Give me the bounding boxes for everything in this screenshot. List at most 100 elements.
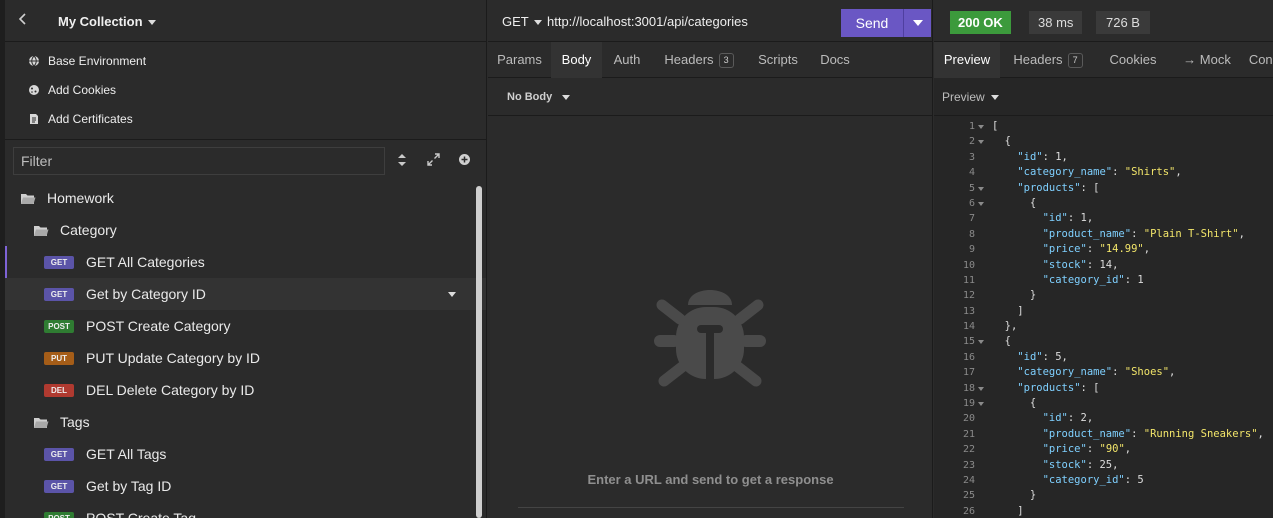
tab-body[interactable]: Body <box>551 42 602 78</box>
method-badge: DEL <box>44 384 74 397</box>
tab-preview[interactable]: Preview <box>934 42 1000 78</box>
filter-row <box>0 140 486 182</box>
code-line: 25 } <box>934 488 1273 503</box>
fold-arrow-icon[interactable] <box>978 125 984 129</box>
folder-tags[interactable]: Tags <box>5 406 486 438</box>
request-item-get-all-categories[interactable]: GET GET All Categories <box>5 246 486 278</box>
line-number: 11 <box>962 274 975 286</box>
folder-label: Tags <box>60 414 90 430</box>
tab-label: Preview <box>943 52 991 67</box>
line-number: 18 <box>962 382 975 394</box>
line-number: 15 <box>962 336 975 348</box>
chevron-down-icon <box>562 94 571 100</box>
folder-icon <box>20 192 36 208</box>
collection-header: My Collection <box>0 0 486 42</box>
tab-scripts[interactable]: Scripts <box>746 42 810 78</box>
tab-auth[interactable]: Auth <box>602 42 652 78</box>
line-number: 19 <box>962 398 975 410</box>
request-item-put-update-category-by-id[interactable]: PUT PUT Update Category by ID <box>5 342 486 374</box>
tab-headers[interactable]: Headers 7 <box>1000 42 1096 78</box>
folder-category[interactable]: Category <box>5 214 486 246</box>
fold-arrow-icon[interactable] <box>978 201 984 206</box>
base-environment-button[interactable]: Base Environment <box>0 50 486 79</box>
method-badge: POST <box>44 512 74 518</box>
add-icon[interactable] <box>458 153 471 169</box>
cookie-icon <box>29 85 39 95</box>
code-line: 9 "price": "14.99", <box>934 242 1273 257</box>
tab-mock[interactable]: → Mock <box>1170 42 1244 78</box>
fold-arrow-icon[interactable] <box>978 340 984 345</box>
chevron-down-icon <box>147 20 156 26</box>
line-number: 1 <box>968 121 975 132</box>
code-line: 4 "category_name": "Shirts", <box>934 165 1273 180</box>
line-number: 3 <box>968 151 975 163</box>
request-item-del-delete-category-by-id[interactable]: DEL DEL Delete Category by ID <box>5 374 486 406</box>
request-tabs: Params Body Auth Headers 3 Scripts Docs <box>488 42 932 78</box>
send-button[interactable]: Send <box>841 9 903 37</box>
line-number: 12 <box>962 290 975 302</box>
sort-icon[interactable] <box>397 153 407 170</box>
back-icon[interactable] <box>18 12 32 30</box>
body-type-label: No Body <box>507 91 553 103</box>
code-text: } <box>992 489 1037 502</box>
request-item-get-by-tag-id[interactable]: GET Get by Tag ID <box>5 470 486 502</box>
code-line: 2 { <box>934 134 1273 149</box>
folder-label: Category <box>60 222 117 238</box>
line-number: 14 <box>962 321 975 333</box>
line-number: 24 <box>962 474 975 486</box>
window-edge <box>0 0 5 518</box>
preview-mode-dropdown[interactable]: Preview <box>942 90 999 104</box>
tab-params[interactable]: Params <box>488 42 551 78</box>
tab-docs[interactable]: Docs <box>810 42 860 78</box>
folder-homework[interactable]: Homework <box>5 182 486 214</box>
filter-input[interactable] <box>13 147 385 175</box>
request-label: GET All Tags <box>86 446 167 462</box>
code-text: "price": "14.99", <box>1042 243 1151 256</box>
code-line: 23 "stock": 25, <box>934 458 1273 473</box>
method-badge: GET <box>44 256 74 269</box>
add-certificates-button[interactable]: Add Certificates <box>0 108 486 137</box>
tab-cons[interactable]: Cons <box>1244 42 1273 78</box>
code-line: 10 "stock": 14, <box>934 258 1273 273</box>
body-type-dropdown[interactable]: No Body <box>507 91 571 103</box>
request-item-post-create-tag[interactable]: POST POST Create Tag <box>5 502 486 518</box>
request-label: DEL Delete Category by ID <box>86 382 255 398</box>
add-cookies-label: Add Cookies <box>48 83 117 97</box>
tab-label: Body <box>561 52 592 67</box>
response-size: 726 B <box>1096 11 1150 34</box>
line-number: 4 <box>968 167 975 179</box>
fold-arrow-icon[interactable] <box>978 386 984 391</box>
fold-arrow-icon[interactable] <box>978 402 984 407</box>
chevron-down-icon <box>990 95 999 101</box>
method-select[interactable]: GET <box>502 14 542 29</box>
request-item-post-create-category[interactable]: POST POST Create Category <box>5 310 486 342</box>
method-label: GET <box>502 14 529 29</box>
chevron-down-icon[interactable] <box>448 292 456 297</box>
line-number: 8 <box>968 228 975 240</box>
code-text: { <box>992 397 1037 410</box>
url-input[interactable]: http://localhost:3001/api/categories <box>547 14 748 29</box>
collection-dropdown[interactable]: My Collection <box>58 14 156 29</box>
fold-arrow-icon[interactable] <box>978 140 984 145</box>
line-number: 25 <box>962 490 975 502</box>
sidebar-scrollbar[interactable] <box>476 186 482 518</box>
request-item-get-all-tags[interactable]: GET GET All Tags <box>5 438 486 470</box>
request-label: Get by Category ID <box>86 286 206 302</box>
fold-arrow-icon[interactable] <box>978 186 984 191</box>
collection-title: My Collection <box>58 14 143 29</box>
code-text: "category_name": "Shoes", <box>1017 366 1176 379</box>
add-cookies-button[interactable]: Add Cookies <box>0 79 486 108</box>
preview-mode-label: Preview <box>942 90 985 104</box>
send-options-button[interactable] <box>903 9 931 37</box>
folder-icon <box>33 416 49 432</box>
tab-count-badge: 7 <box>1067 53 1083 69</box>
line-number: 2 <box>968 136 975 148</box>
expand-icon[interactable] <box>427 153 440 169</box>
bug-icon <box>652 275 768 396</box>
tab-headers[interactable]: Headers 3 <box>652 42 746 78</box>
tab-cookies[interactable]: Cookies <box>1096 42 1170 78</box>
request-item-get-by-category-id[interactable]: GET Get by Category ID <box>5 278 486 310</box>
body-type-bar: No Body <box>488 78 932 116</box>
method-badge: GET <box>44 480 74 493</box>
code-text: [ <box>992 120 999 132</box>
